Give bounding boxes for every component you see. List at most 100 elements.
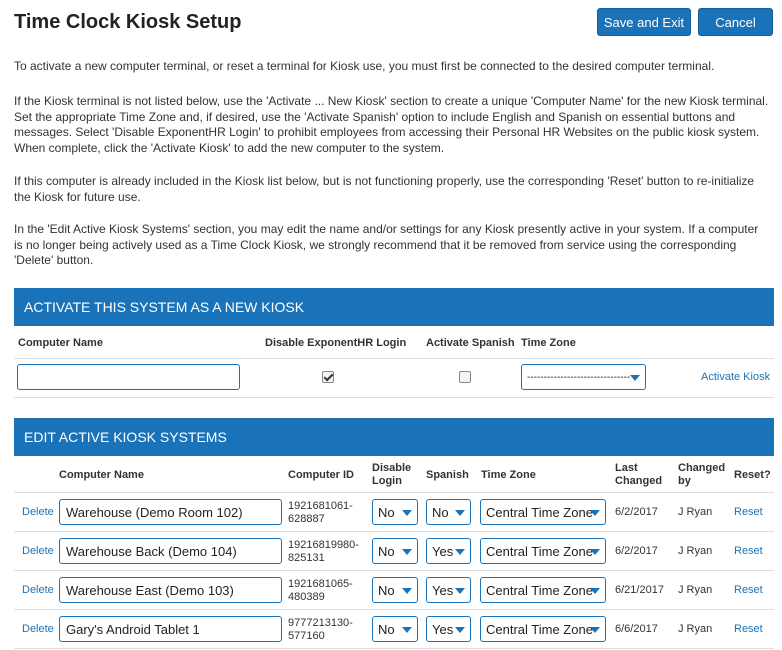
edit-section-header: EDIT ACTIVE KIOSK SYSTEMS: [14, 418, 774, 456]
col-time-zone: Time Zone: [521, 337, 576, 349]
divider: [14, 570, 774, 571]
chevron-down-icon: [630, 375, 640, 381]
disable-login-select[interactable]: No: [372, 577, 418, 603]
col-changed-by-line1: Changed: [678, 462, 726, 474]
disable-login-checkbox[interactable]: [322, 371, 334, 383]
activate-section-header: ACTIVATE THIS SYSTEM AS A NEW KIOSK: [14, 288, 774, 326]
chevron-down-icon: [590, 510, 600, 516]
col-changed-by: Changed by: [678, 462, 725, 488]
changed-by: J Ryan: [678, 623, 713, 635]
last-changed: 6/21/2017: [615, 584, 664, 596]
disable-login-value: No: [378, 621, 395, 637]
delete-link[interactable]: Delete: [22, 623, 54, 635]
chevron-down-icon: [455, 510, 465, 516]
computer-name-input[interactable]: Warehouse (Demo Room 102): [59, 499, 282, 525]
new-computer-name-input[interactable]: [17, 364, 240, 390]
time-zone-select[interactable]: Central Time Zone: [480, 616, 606, 642]
divider: [14, 609, 774, 610]
cancel-button[interactable]: Cancel: [698, 8, 773, 36]
instruction-paragraph-1: To activate a new computer terminal, or …: [14, 59, 715, 73]
last-changed: 6/6/2017: [615, 623, 658, 635]
time-zone-value: Central Time Zone: [486, 543, 593, 559]
time-zone-select-value: -------------------------------: [527, 371, 631, 383]
changed-by: J Ryan: [678, 545, 713, 557]
divider: [14, 531, 774, 532]
chevron-down-icon: [455, 549, 465, 555]
time-zone-select[interactable]: Central Time Zone: [480, 538, 606, 564]
reset-link[interactable]: Reset: [734, 506, 763, 518]
spanish-value: Yes: [432, 582, 454, 598]
activate-spanish-checkbox[interactable]: [459, 371, 471, 383]
computer-id: 1921681061- 628887: [288, 500, 353, 526]
time-zone-value: Central Time Zone: [486, 582, 593, 598]
chevron-down-icon: [402, 627, 412, 633]
col-computer-name: Computer Name: [18, 337, 103, 349]
reset-link[interactable]: Reset: [734, 584, 763, 596]
col-disable-login-line2: Login: [372, 475, 402, 487]
col-disable-login-line1: Disable: [372, 462, 412, 474]
divider: [14, 358, 774, 359]
col-last-changed: Last Changed: [615, 462, 662, 488]
time-zone-select[interactable]: Central Time Zone: [480, 499, 606, 525]
computer-id-line1: 1921681065-: [288, 578, 353, 590]
delete-link[interactable]: Delete: [22, 506, 54, 518]
computer-id-line2: 825131: [288, 552, 325, 564]
col-last-changed-line2: Changed: [615, 475, 663, 487]
computer-id-line2: 480389: [288, 591, 325, 603]
col-reset: Reset?: [734, 469, 771, 481]
col-disable-login: Disable ExponentHR Login: [265, 337, 407, 349]
computer-name-input[interactable]: Warehouse East (Demo 103): [59, 577, 282, 603]
instruction-paragraph-3: If this computer is already included in …: [14, 174, 755, 204]
disable-login-value: No: [378, 543, 395, 559]
disable-login-select[interactable]: No: [372, 499, 418, 525]
col-last-changed-line1: Last: [615, 462, 638, 474]
col-activate-spanish: Activate Spanish: [426, 337, 515, 349]
col-spanish: Spanish: [426, 469, 469, 481]
time-zone-value: Central Time Zone: [486, 504, 593, 520]
disable-login-select[interactable]: No: [372, 616, 418, 642]
reset-link[interactable]: Reset: [734, 623, 763, 635]
last-changed: 6/2/2017: [615, 506, 658, 518]
delete-link[interactable]: Delete: [22, 545, 54, 557]
computer-id-line1: 9777213130-: [288, 617, 353, 629]
delete-link[interactable]: Delete: [22, 584, 54, 596]
page-title: Time Clock Kiosk Setup: [14, 11, 242, 33]
spanish-select[interactable]: No: [426, 499, 471, 525]
chevron-down-icon: [590, 549, 600, 555]
disable-login-value: No: [378, 504, 395, 520]
spanish-value: Yes: [432, 621, 454, 637]
chevron-down-icon: [590, 588, 600, 594]
computer-id: 9777213130- 577160: [288, 617, 353, 643]
col-changed-by-line2: by: [678, 475, 691, 487]
chevron-down-icon: [455, 588, 465, 594]
spanish-select[interactable]: Yes: [426, 577, 471, 603]
spanish-value: Yes: [432, 543, 454, 559]
col-computer-name: Computer Name: [59, 469, 144, 481]
computer-id: 1921681065- 480389: [288, 578, 353, 604]
chevron-down-icon: [402, 510, 412, 516]
computer-id-line2: 577160: [288, 630, 325, 642]
col-time-zone: Time Zone: [481, 469, 536, 481]
activate-kiosk-link[interactable]: Activate Kiosk: [701, 371, 770, 383]
chevron-down-icon: [455, 627, 465, 633]
reset-link[interactable]: Reset: [734, 545, 763, 557]
computer-id-line2: 628887: [288, 513, 325, 525]
spanish-value: No: [432, 504, 449, 520]
time-zone-select[interactable]: Central Time Zone: [480, 577, 606, 603]
col-disable-login: Disable Login: [372, 462, 411, 488]
spanish-select[interactable]: Yes: [426, 538, 471, 564]
spanish-select[interactable]: Yes: [426, 616, 471, 642]
last-changed: 6/2/2017: [615, 545, 658, 557]
computer-name-input[interactable]: Warehouse Back (Demo 104): [59, 538, 282, 564]
divider: [14, 397, 774, 398]
save-and-exit-button[interactable]: Save and Exit: [597, 8, 691, 36]
chevron-down-icon: [402, 588, 412, 594]
computer-name-input[interactable]: Gary's Android Tablet 1: [59, 616, 282, 642]
chevron-down-icon: [590, 627, 600, 633]
changed-by: J Ryan: [678, 584, 713, 596]
computer-id-line1: 19216819980-: [288, 539, 359, 551]
divider: [14, 648, 774, 649]
disable-login-select[interactable]: No: [372, 538, 418, 564]
time-zone-select[interactable]: -------------------------------: [521, 364, 646, 390]
chevron-down-icon: [402, 549, 412, 555]
